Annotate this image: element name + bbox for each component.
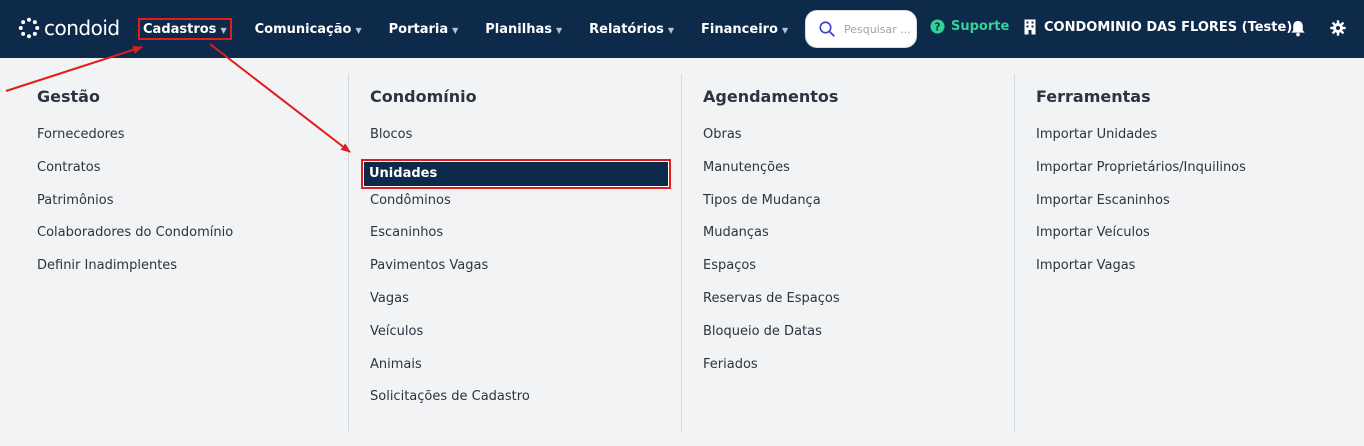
menu-item-blocos[interactable]: Blocos bbox=[370, 126, 671, 159]
svg-text:?: ? bbox=[935, 21, 941, 33]
search-box[interactable]: Pesquisar ... bbox=[805, 10, 917, 48]
column-title: Gestão bbox=[37, 87, 100, 106]
chevron-down-icon: ▼ bbox=[667, 25, 675, 35]
menu-item-colaboradores[interactable]: Colaboradores do Condomínio bbox=[37, 224, 233, 257]
menu-item-vagas[interactable]: Vagas bbox=[370, 290, 671, 323]
condominium-selector[interactable]: CONDOMINIO DAS FLORES (Teste) bbox=[1024, 19, 1292, 35]
column-title: Condomínio bbox=[370, 87, 477, 106]
nav-item-label: Comunicação bbox=[254, 21, 352, 37]
chevron-down-icon: ▼ bbox=[782, 25, 789, 35]
menu-item-mudancas[interactable]: Mudanças bbox=[703, 224, 840, 257]
menu-item-escaninhos[interactable]: Escaninhos bbox=[370, 224, 671, 257]
menu-item-fornecedores[interactable]: Fornecedores bbox=[37, 126, 233, 159]
menu-list: Fornecedores Contratos Patrimônios Colab… bbox=[37, 126, 233, 290]
nav-item-label: Relatórios bbox=[589, 21, 664, 37]
menu-item-veiculos[interactable]: Veículos bbox=[370, 323, 671, 356]
logo[interactable]: condoid bbox=[18, 14, 120, 42]
menu-item-manutencoes[interactable]: Manutenções bbox=[703, 159, 840, 192]
menu-item-unidades[interactable]: Unidades bbox=[361, 158, 671, 189]
top-navbar: condoid Cadastros ▼ Comunicação ▼ Portar… bbox=[0, 0, 1364, 58]
menu-item-reservas-espacos[interactable]: Reservas de Espaços bbox=[703, 290, 840, 323]
menu-item-tipos-mudanca[interactable]: Tipos de Mudança bbox=[703, 192, 840, 225]
condominium-name: CONDOMINIO DAS FLORES (Teste) bbox=[1044, 19, 1293, 35]
brand-name: condoid bbox=[44, 16, 120, 40]
menu-item-solicitacoes-cadastro[interactable]: Solicitações de Cadastro bbox=[370, 388, 671, 421]
menu-item-contratos[interactable]: Contratos bbox=[37, 159, 233, 192]
bell-icon[interactable] bbox=[1290, 20, 1306, 37]
nav-item-label: Financeiro bbox=[701, 21, 778, 37]
menu-item-importar-veiculos[interactable]: Importar Veículos bbox=[1036, 224, 1246, 257]
column-title: Agendamentos bbox=[703, 87, 839, 106]
search-icon bbox=[819, 21, 835, 37]
main-nav: Cadastros ▼ Comunicação ▼ Portaria ▼ Pla… bbox=[138, 0, 811, 58]
menu-item-bloqueio-datas[interactable]: Bloqueio de Datas bbox=[703, 323, 840, 356]
menu-list: Importar Unidades Importar Proprietários… bbox=[1036, 126, 1246, 290]
chevron-down-icon: ▼ bbox=[452, 25, 459, 35]
menu-item-importar-proprietarios[interactable]: Importar Proprietários/Inquilinos bbox=[1036, 159, 1246, 192]
cadastros-mega-menu: Gestão Fornecedores Contratos Patrimônio… bbox=[0, 58, 1364, 446]
menu-item-importar-vagas[interactable]: Importar Vagas bbox=[1036, 257, 1246, 290]
nav-item-label: Planilhas bbox=[485, 21, 552, 37]
nav-item-comunicacao[interactable]: Comunicação ▼ bbox=[251, 18, 366, 40]
gear-icon[interactable] bbox=[1330, 20, 1346, 36]
menu-item-pavimentos-vagas[interactable]: Pavimentos Vagas bbox=[370, 257, 671, 290]
menu-item-definir-inadimplentes[interactable]: Definir Inadimplentes bbox=[37, 257, 233, 290]
nav-item-relatorios[interactable]: Relatórios ▼ bbox=[585, 18, 678, 40]
logo-icon bbox=[18, 17, 40, 39]
menu-column-gestao: Gestão Fornecedores Contratos Patrimônio… bbox=[16, 74, 349, 431]
menu-item-feriados[interactable]: Feriados bbox=[703, 356, 840, 389]
nav-item-financeiro[interactable]: Financeiro ▼ bbox=[697, 18, 792, 40]
menu-list: Blocos Unidades Condôminos Escaninhos Pa… bbox=[361, 126, 671, 421]
support-link[interactable]: ? Suporte bbox=[930, 19, 1009, 34]
menu-item-patrimonios[interactable]: Patrimônios bbox=[37, 192, 233, 225]
chevron-down-icon: ▼ bbox=[220, 25, 227, 35]
menu-item-espacos[interactable]: Espaços bbox=[703, 257, 840, 290]
menu-item-obras[interactable]: Obras bbox=[703, 126, 840, 159]
nav-item-cadastros[interactable]: Cadastros ▼ bbox=[138, 18, 232, 40]
menu-item-importar-escaninhos[interactable]: Importar Escaninhos bbox=[1036, 192, 1246, 225]
chevron-down-icon: ▼ bbox=[355, 25, 362, 35]
menu-item-importar-unidades[interactable]: Importar Unidades bbox=[1036, 126, 1246, 159]
nav-item-portaria[interactable]: Portaria ▼ bbox=[385, 18, 463, 40]
nav-item-planilhas[interactable]: Planilhas ▼ bbox=[481, 18, 566, 40]
building-icon bbox=[1024, 19, 1036, 35]
menu-column-ferramentas: Ferramentas Importar Unidades Importar P… bbox=[1014, 74, 1347, 431]
search-input[interactable]: Pesquisar ... bbox=[844, 23, 911, 36]
support-label: Suporte bbox=[951, 19, 1010, 34]
chevron-down-icon: ▼ bbox=[555, 25, 563, 35]
menu-item-condominos[interactable]: Condôminos bbox=[370, 192, 671, 225]
menu-column-condominio: Condomínio Blocos Unidades Condôminos Es… bbox=[348, 74, 681, 431]
nav-item-label: Portaria bbox=[388, 21, 449, 37]
menu-column-agendamentos: Agendamentos Obras Manutenções Tipos de … bbox=[681, 74, 1014, 431]
menu-item-animais[interactable]: Animais bbox=[370, 356, 671, 389]
menu-list: Obras Manutenções Tipos de Mudança Mudan… bbox=[703, 126, 840, 388]
nav-item-label: Cadastros bbox=[143, 21, 217, 37]
help-circle-icon: ? bbox=[930, 19, 945, 34]
column-title: Ferramentas bbox=[1036, 87, 1151, 106]
